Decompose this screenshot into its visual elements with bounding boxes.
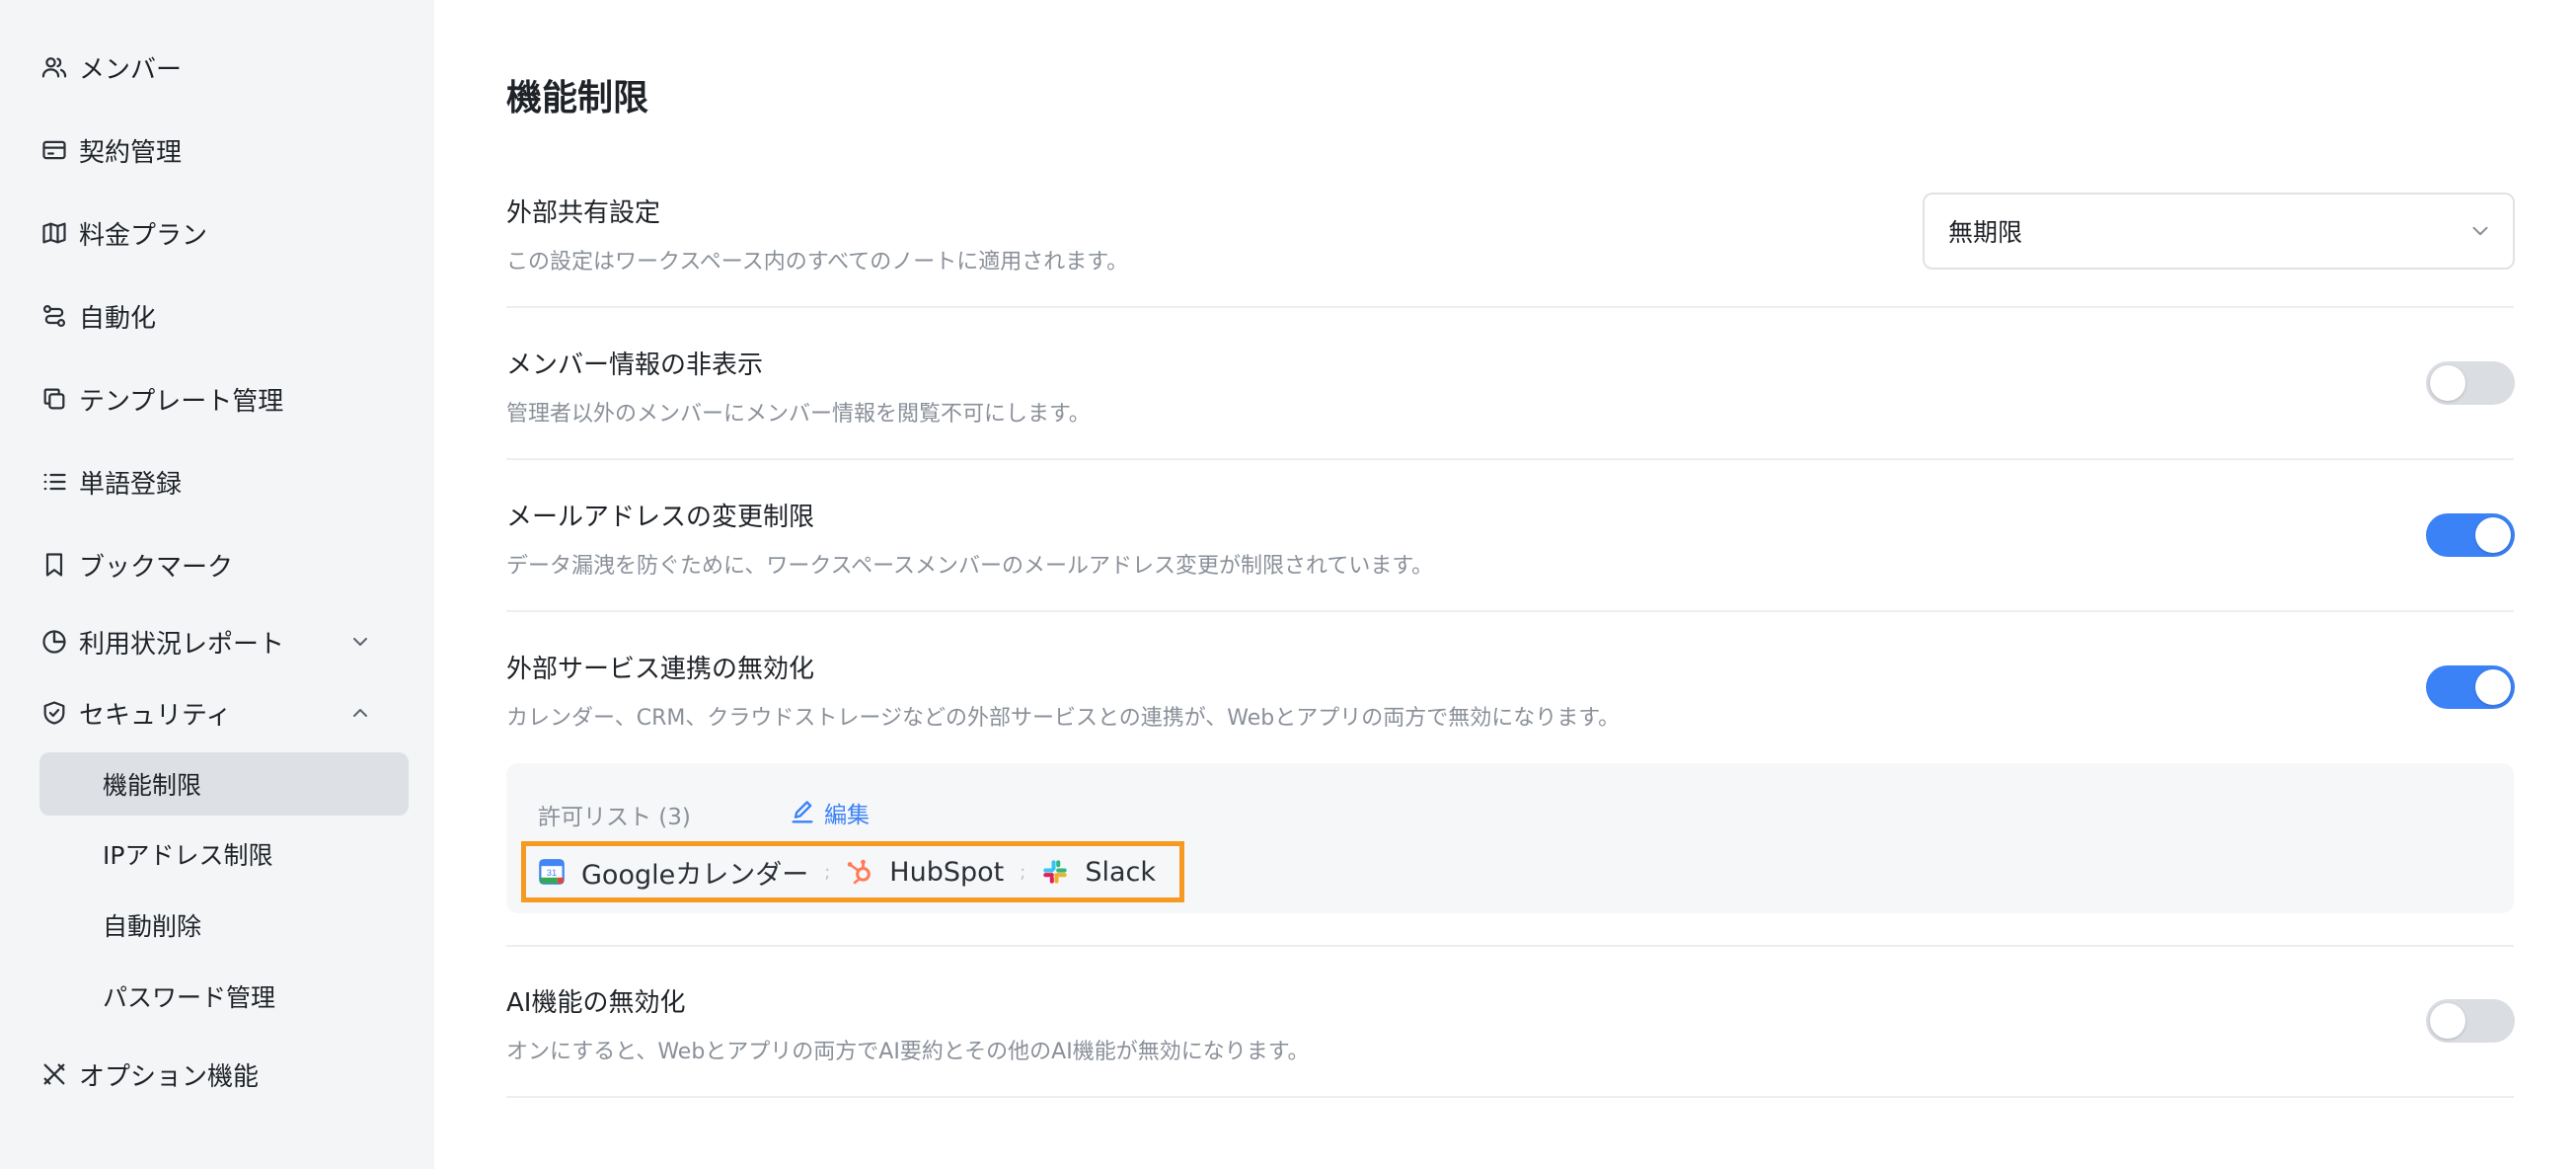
chevron-down-icon: [2467, 218, 2493, 244]
google-calendar-icon: 31: [539, 859, 565, 885]
workflow-icon: [39, 301, 69, 331]
ai-disable-toggle[interactable]: [2426, 999, 2515, 1043]
users-icon: [39, 52, 69, 82]
sidebar-item-members[interactable]: メンバー: [39, 41, 182, 93]
credit-card-icon: [39, 135, 69, 165]
email-change-toggle[interactable]: [2426, 513, 2515, 557]
app-chip-slack[interactable]: Slack: [1041, 850, 1156, 894]
sidebar-item-label: メンバー: [79, 54, 183, 85]
setting-title: 外部サービス連携の無効化: [506, 655, 815, 684]
sidebar-item-bookmarks[interactable]: ブックマーク: [39, 539, 233, 590]
sidebar-item-options[interactable]: オプション機能: [39, 1049, 259, 1100]
sidebar-item-label: テンプレート管理: [79, 386, 284, 417]
sidebar-subitem-label: パスワード管理: [103, 983, 276, 1012]
setting-title: メールアドレスの変更制限: [506, 503, 815, 532]
app-name: HubSpot: [889, 856, 1005, 888]
sidebar-item-label: 料金プラン: [79, 220, 208, 251]
sidebar-item-templates[interactable]: テンプレート管理: [39, 373, 283, 425]
shield-check-icon: [39, 698, 69, 728]
sidebar-subitem-label: 機能制限: [103, 771, 202, 800]
divider: [506, 1096, 2514, 1098]
chevron-down-icon[interactable]: [345, 627, 375, 657]
sidebar-item-label: 自動化: [79, 303, 157, 334]
allowlist-panel: 許可リスト (3) 編集 31 Googleカレンダー ; HubSpot ; …: [506, 763, 2514, 913]
app-name: Slack: [1085, 856, 1156, 888]
app-chip-hubspot[interactable]: HubSpot: [846, 850, 1004, 894]
setting-title: AI機能の無効化: [506, 988, 686, 1018]
edit-label: 編集: [824, 803, 870, 828]
sidebar-item-label: ブックマーク: [79, 552, 234, 583]
allowlist-label: 許可リスト (3): [538, 805, 691, 830]
copy-icon: [39, 384, 69, 414]
allowlist-apps: 31 Googleカレンダー ; HubSpot ; Slack: [521, 841, 1184, 902]
setting-description: カレンダー、CRM、クラウドストレージなどの外部サービスとの連携が、Webとアプ…: [506, 706, 1621, 731]
bookmark-icon: [39, 550, 69, 580]
setting-title: 外部共有設定: [506, 198, 661, 228]
map-icon: [39, 218, 69, 248]
sidebar-item-label: オプション機能: [79, 1061, 260, 1092]
divider: [506, 458, 2514, 460]
setting-description: 管理者以外のメンバーにメンバー情報を閲覧不可にします。: [506, 402, 1091, 427]
sidebar-item-label: 単語登録: [79, 469, 183, 500]
setting-description: データ漏洩を防ぐために、ワークスペースメンバーのメールアドレス変更が制限されてい…: [506, 554, 1434, 579]
sidebar-subitem-label: IPアドレス制限: [103, 841, 273, 870]
separator: ;: [1020, 861, 1026, 883]
sidebar-subitem-feature-restrictions[interactable]: 機能制限: [39, 752, 409, 816]
app-chip-google-calendar[interactable]: 31 Googleカレンダー: [538, 850, 808, 894]
sidebar-item-usage-report[interactable]: 利用状況レポート: [39, 616, 284, 667]
sidebar-item-automation[interactable]: 自動化: [39, 290, 156, 342]
select-value: 無期限: [1948, 218, 2023, 247]
page-title: 機能制限: [506, 78, 649, 118]
sidebar-subitem-ip-restrictions[interactable]: IPアドレス制限: [39, 822, 409, 886]
setting-description: オンにすると、Webとアプリの両方でAI要約とその他のAI機能が無効になります。: [506, 1040, 1310, 1064]
tools-icon: [39, 1059, 69, 1089]
pencil-icon: [792, 801, 813, 823]
slack-icon: [1043, 860, 1067, 884]
sidebar-item-pricing[interactable]: 料金プラン: [39, 207, 207, 259]
main-content: 機能制限 外部共有設定 この設定はワークスペース内のすべてのノートに適用されます…: [434, 0, 2576, 1169]
sidebar-item-contract[interactable]: 契約管理: [39, 124, 182, 176]
sidebar: メンバー 契約管理 料金プラン 自動化 テンプレート管理 単語登録 ブックマーク…: [0, 0, 434, 1169]
separator: ;: [824, 861, 831, 883]
sidebar-subitem-password[interactable]: パスワード管理: [39, 965, 409, 1028]
toggle-knob: [2475, 669, 2511, 705]
sidebar-item-label: 利用状況レポート: [79, 629, 285, 660]
svg-text:31: 31: [547, 868, 557, 878]
divider: [506, 610, 2514, 612]
sidebar-subitem-label: 自動削除: [103, 912, 202, 941]
sidebar-item-security[interactable]: セキュリティ: [39, 687, 231, 739]
sidebar-item-dictionary[interactable]: 単語登録: [39, 456, 182, 507]
app-name: Googleカレンダー: [581, 859, 809, 891]
external-share-select[interactable]: 無期限: [1923, 193, 2515, 270]
divider: [506, 945, 2514, 947]
divider: [506, 306, 2514, 308]
toggle-knob: [2430, 365, 2465, 401]
hide-member-toggle[interactable]: [2426, 361, 2515, 405]
app-window: メンバー 契約管理 料金プラン 自動化 テンプレート管理 単語登録 ブックマーク…: [0, 0, 2576, 1169]
edit-allowlist-button[interactable]: 編集: [789, 796, 870, 829]
toggle-knob: [2430, 1003, 2465, 1039]
chevron-up-icon[interactable]: [345, 698, 375, 728]
pie-chart-icon: [39, 627, 69, 657]
toggle-knob: [2475, 517, 2511, 553]
setting-title: メンバー情報の非表示: [506, 351, 764, 380]
external-service-toggle[interactable]: [2426, 665, 2515, 709]
list-icon: [39, 467, 69, 497]
sidebar-item-label: 契約管理: [79, 137, 183, 168]
hubspot-icon: [848, 859, 871, 885]
sidebar-item-label: セキュリティ: [79, 700, 232, 731]
sidebar-subitem-auto-delete[interactable]: 自動削除: [39, 894, 409, 957]
setting-description: この設定はワークスペース内のすべてのノートに適用されます。: [506, 250, 1129, 274]
